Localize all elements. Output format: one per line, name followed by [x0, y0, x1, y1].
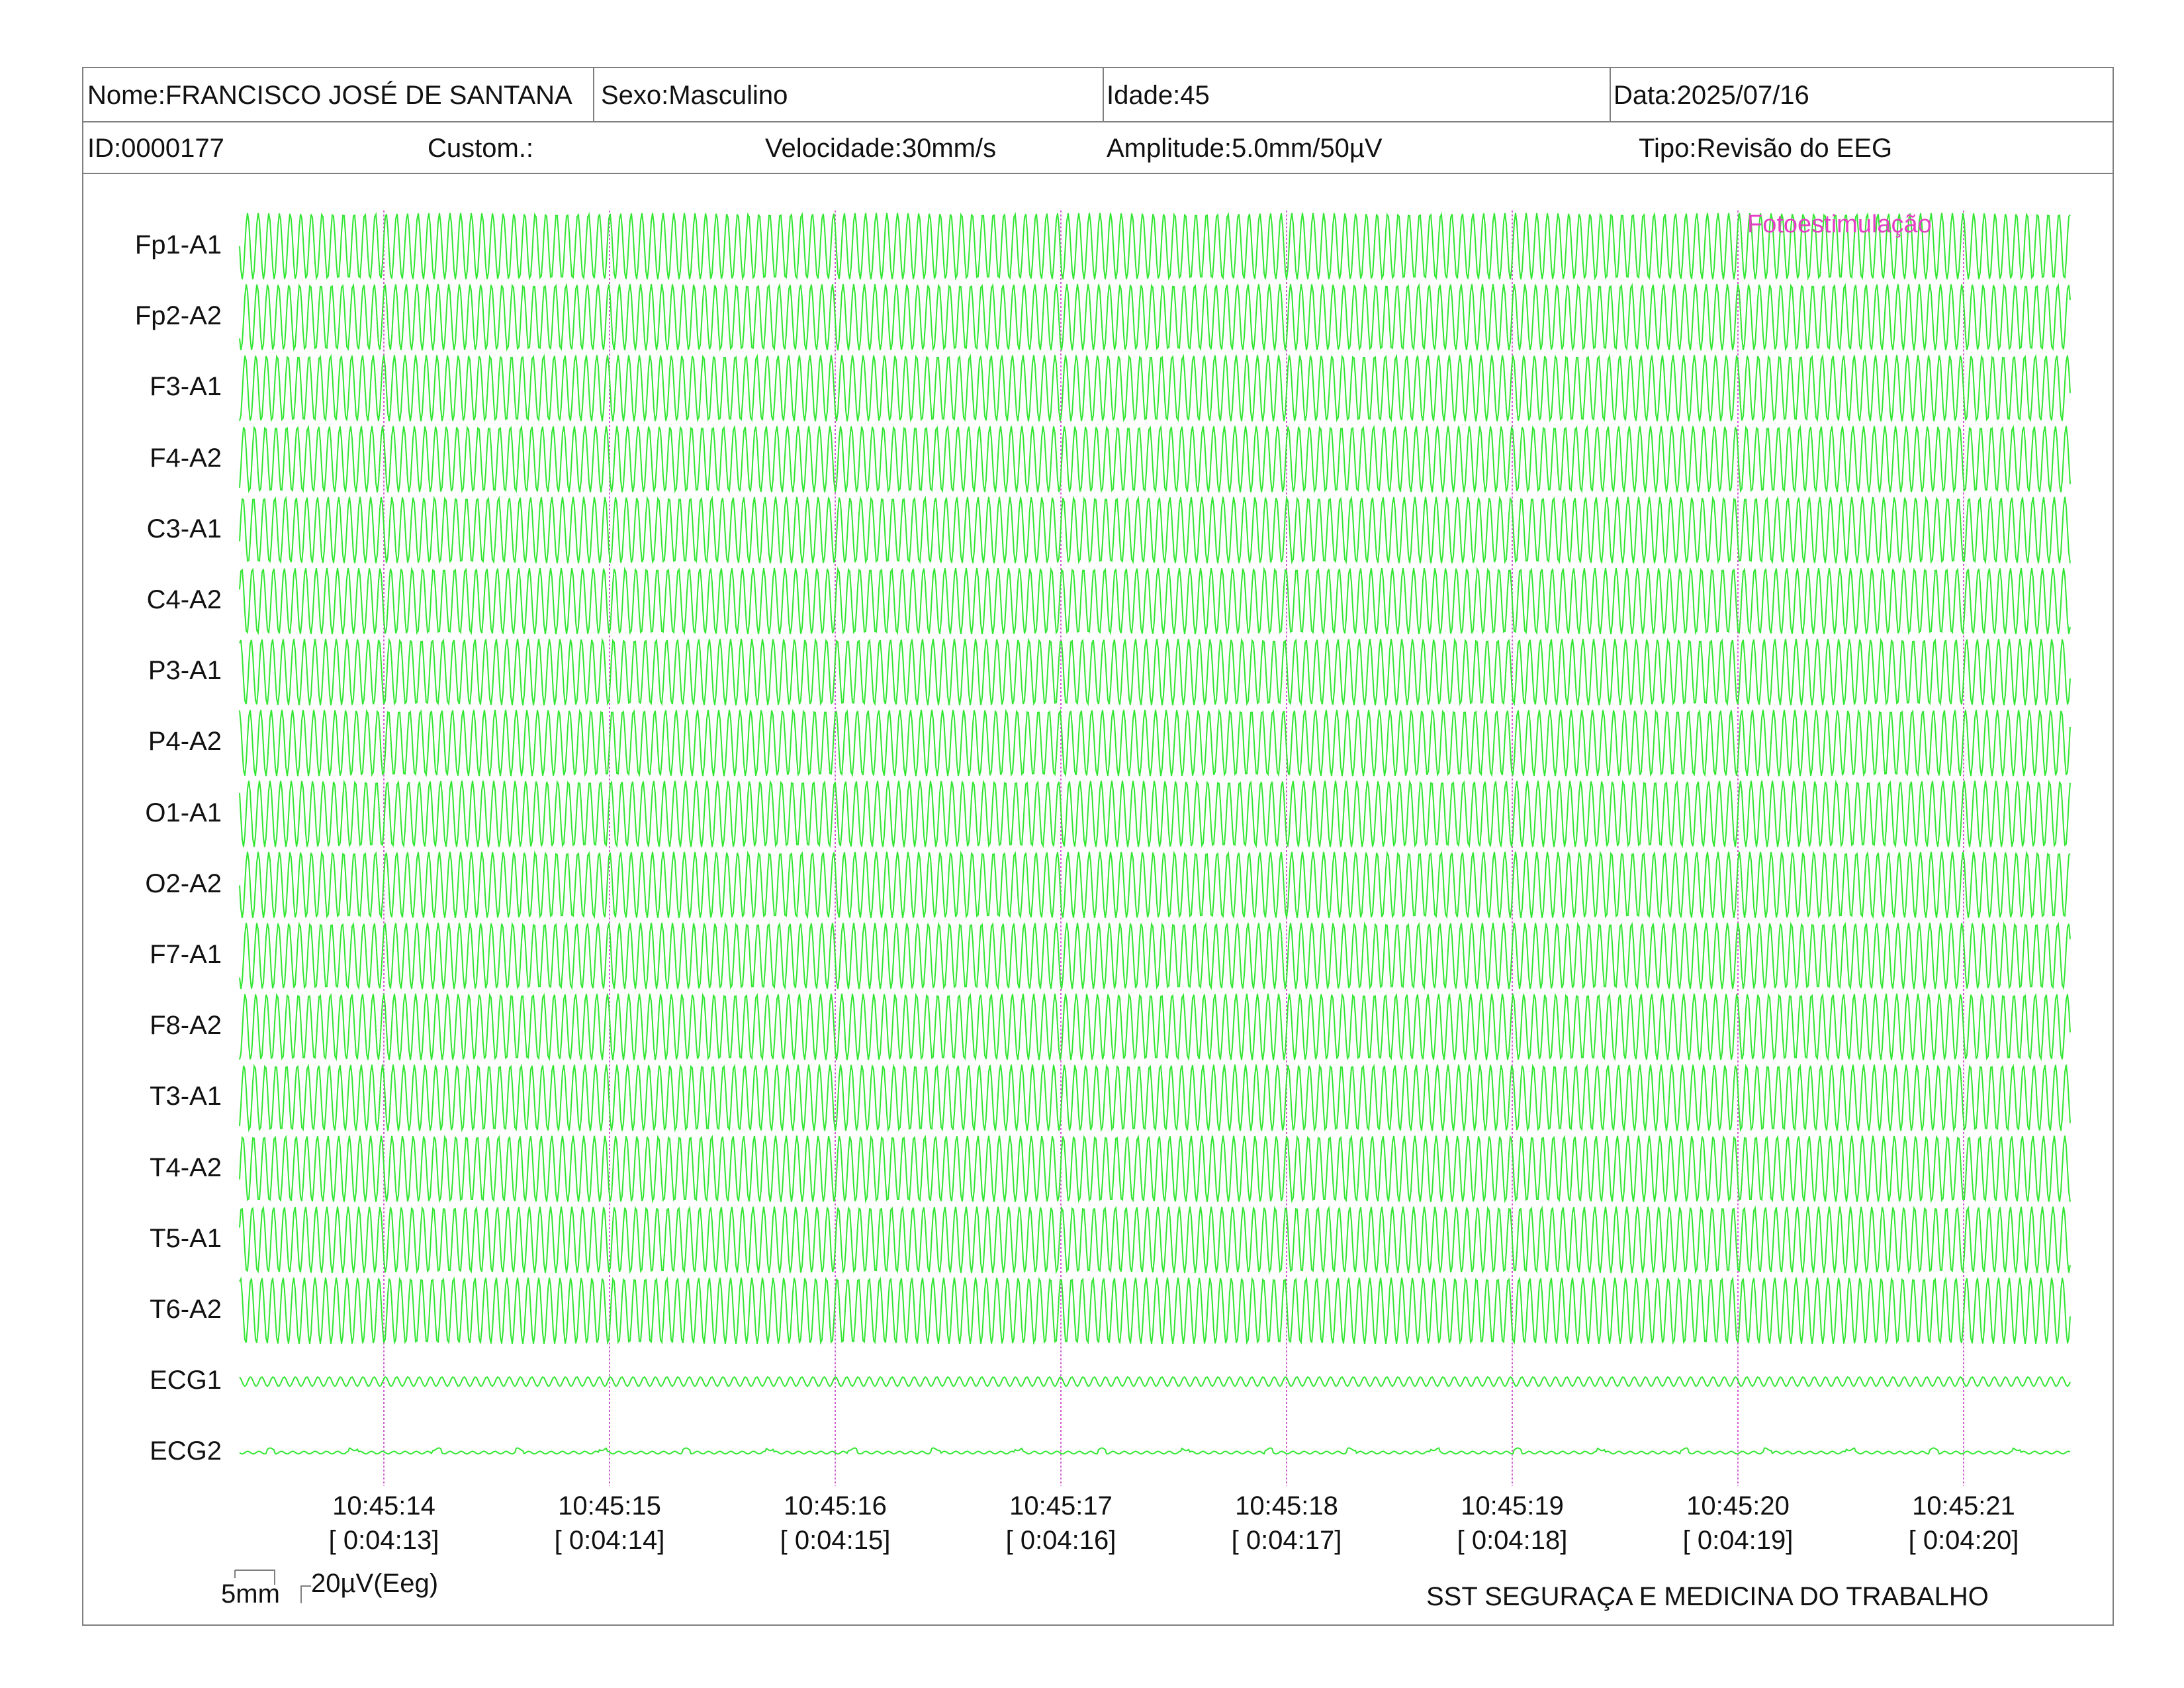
channel-label: F8-A2	[150, 1011, 222, 1041]
channel-label: T4-A2	[150, 1152, 222, 1182]
channel-label: P4-A2	[148, 727, 222, 757]
trace-t6-a2	[239, 1276, 2071, 1345]
channel-label: C4-A2	[146, 585, 222, 614]
time-tick-clock: 10:45:16	[784, 1491, 887, 1521]
time-tick-elapsed: [ 0:04:18]	[1457, 1526, 1568, 1555]
photic-stimulation-marker: Fotoestimulação	[1747, 211, 1932, 238]
eeg-traces	[239, 211, 2071, 1486]
channel-label: T6-A2	[150, 1295, 222, 1324]
trace-c4-a2	[239, 567, 2071, 635]
calibration-time-label: 5mm	[221, 1579, 280, 1609]
trace-o2-a2	[239, 851, 2071, 919]
time-tick-elapsed: [ 0:04:13]	[328, 1526, 439, 1555]
trace-ecg1	[239, 1376, 2071, 1387]
time-tick-elapsed: [ 0:04:20]	[1908, 1526, 2019, 1555]
trace-o1-a1	[239, 779, 2071, 849]
time-tick-elapsed: [ 0:04:15]	[780, 1526, 891, 1555]
trace-fp2-a2	[239, 283, 2071, 352]
trace-f3-a1	[239, 353, 2071, 422]
channel-label: ECG1	[150, 1366, 222, 1395]
trace-c3-a1	[239, 495, 2071, 565]
footer-company: SST SEGURAÇA E MEDICINA DO TRABALHO	[1426, 1582, 1989, 1611]
time-tick-clock: 10:45:15	[558, 1491, 661, 1521]
trace-p3-a1	[239, 637, 2071, 706]
trace-t5-a1	[239, 1205, 2071, 1274]
trace-t3-a1	[239, 1064, 2071, 1133]
time-tick-clock: 10:45:20	[1686, 1491, 1790, 1521]
time-tick-elapsed: [ 0:04:19]	[1682, 1526, 1794, 1555]
channel-label: F4-A2	[150, 443, 222, 473]
channel-label: Fp2-A2	[134, 301, 222, 331]
channel-label: ECG2	[150, 1436, 222, 1466]
time-tick-clock: 10:45:18	[1235, 1491, 1338, 1521]
time-tick-clock: 10:45:21	[1912, 1491, 2015, 1521]
time-tick-elapsed: [ 0:04:14]	[554, 1526, 665, 1555]
trace-t4-a2	[239, 1135, 2071, 1203]
channel-label: P3-A1	[148, 656, 222, 686]
time-tick-clock: 10:45:14	[332, 1491, 435, 1521]
time-tick-clock: 10:45:19	[1461, 1491, 1564, 1521]
trace-f8-a2	[239, 992, 2071, 1062]
channel-label: F7-A1	[150, 940, 222, 969]
channel-label: Fp1-A1	[134, 230, 222, 259]
channel-label: C3-A1	[146, 514, 222, 543]
trace-p4-a2	[239, 708, 2071, 778]
channel-label: O1-A1	[145, 798, 222, 827]
channel-label: T3-A1	[150, 1082, 222, 1111]
calibration-amp-label: 20µV(Eeg)	[311, 1569, 439, 1598]
trace-f7-a1	[239, 921, 2071, 990]
time-tick-elapsed: [ 0:04:17]	[1231, 1526, 1342, 1555]
trace-f4-a2	[239, 424, 2071, 493]
trace-ecg2	[239, 1447, 2071, 1455]
channel-label: T5-A1	[150, 1223, 222, 1253]
channel-label: F3-A1	[150, 372, 222, 402]
time-tick-elapsed: [ 0:04:16]	[1005, 1526, 1116, 1555]
channel-label: O2-A2	[145, 868, 222, 898]
time-tick-clock: 10:45:17	[1009, 1491, 1113, 1521]
